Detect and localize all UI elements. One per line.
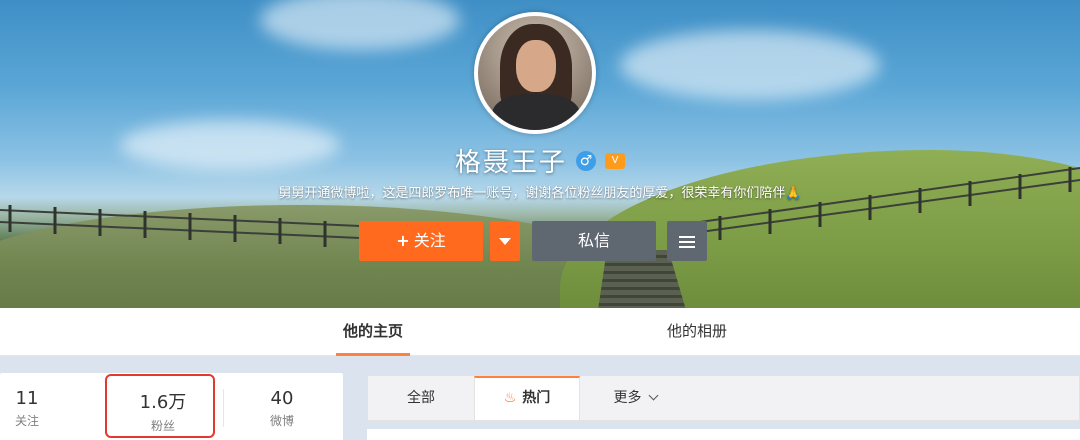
profile-bio: 舅舅开通微博啦，这是四郎罗布唯一账号，谢谢各位粉丝朋友的厚爱，很荣幸有你们陪伴🙏	[278, 186, 802, 201]
stat-value: 40	[270, 388, 294, 409]
tab-album[interactable]: 他的相册	[660, 308, 734, 356]
stat-following[interactable]: 11 关注	[0, 373, 84, 440]
caret-down-icon	[499, 238, 511, 245]
feed-tab-hot-label: 热门	[522, 390, 551, 406]
message-button[interactable]: 私信	[532, 221, 656, 261]
feed-filter-tabs: 全部 ♨ 热门 更多	[367, 375, 1080, 421]
divider	[223, 389, 224, 427]
profile-cover: 格聂王子 ♂ V 舅舅开通微博啦，这是四郎罗布唯一账号，谢谢各位粉丝朋友的厚爱，…	[0, 0, 1080, 308]
feed-tab-all[interactable]: 全部	[368, 376, 474, 420]
avatar-photo	[478, 16, 592, 130]
stat-label: 微博	[269, 414, 294, 428]
follow-button[interactable]: + 关注	[359, 221, 483, 261]
stat-label: 关注	[14, 414, 39, 428]
tab-home[interactable]: 他的主页	[336, 308, 410, 356]
profile-name-row: 格聂王子 ♂ V	[0, 142, 1080, 179]
hamburger-icon	[679, 235, 695, 248]
flame-icon: ♨	[503, 390, 517, 406]
feed-card	[367, 429, 1080, 440]
avatar[interactable]	[474, 12, 596, 134]
profile-tabbar: 他的主页 他的相册	[0, 308, 1080, 356]
profile-name: 格聂王子	[454, 148, 567, 178]
more-menu-button[interactable]	[667, 221, 707, 261]
plus-icon: +	[396, 231, 410, 250]
feed-tab-more[interactable]: 更多	[590, 376, 680, 420]
vip-badge-icon[interactable]: V	[605, 152, 626, 169]
fans-highlight-box	[105, 374, 215, 438]
feed-tab-hot[interactable]: ♨ 热门	[474, 376, 580, 420]
follow-label: 关注	[413, 231, 446, 250]
feed-tab-more-label: 更多	[613, 390, 642, 406]
chevron-down-icon	[648, 390, 658, 401]
male-gender-icon: ♂	[576, 150, 596, 171]
stat-posts[interactable]: 40 微博	[225, 373, 339, 440]
follow-dropdown-button[interactable]	[490, 221, 520, 261]
stat-value: 11	[15, 388, 39, 409]
